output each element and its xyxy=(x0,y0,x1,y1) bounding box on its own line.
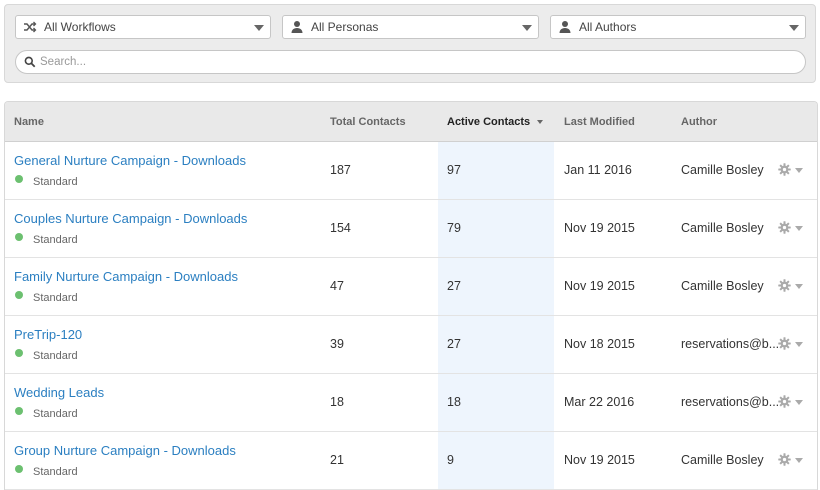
table-row: General Nurture Campaign - Downloads Stan… xyxy=(5,142,817,200)
column-header-name[interactable]: Name xyxy=(14,102,44,142)
table-row: Couples Nurture Campaign - Downloads Stan… xyxy=(5,200,817,258)
chevron-down-icon xyxy=(795,226,803,231)
table-row: Wedding Leads Standard 18 18 Mar 22 2016 rese… xyxy=(5,374,817,432)
chevron-down-icon xyxy=(795,400,803,405)
active-contacts-value: 9 xyxy=(447,453,454,467)
sort-descending-icon xyxy=(537,120,544,125)
status-dot-icon xyxy=(15,407,23,415)
author-value: Camille Bosley xyxy=(681,279,764,293)
total-contacts-value: 187 xyxy=(330,163,351,177)
authors-select[interactable]: All Authors xyxy=(550,15,806,39)
table-row: PreTrip-120 Standard 39 27 Nov 18 2015 reserv… xyxy=(5,316,817,374)
column-header-author[interactable]: Author xyxy=(681,102,717,142)
status-dot-icon xyxy=(15,175,23,183)
author-value: reservations@b... xyxy=(681,395,780,409)
table-row: Family Nurture Campaign - Downloads Stand… xyxy=(5,258,817,316)
row-actions-menu[interactable] xyxy=(778,452,808,468)
workflows-select-value: All Workflows xyxy=(44,20,116,34)
last-modified-value: Nov 19 2015 xyxy=(564,279,635,293)
last-modified-value: Mar 22 2016 xyxy=(564,395,635,409)
chevron-down-icon xyxy=(795,168,803,173)
status-dot-icon xyxy=(15,233,23,241)
workflow-name-link[interactable]: General Nurture Campaign - Downloads xyxy=(14,153,246,168)
last-modified-value: Nov 19 2015 xyxy=(564,453,635,467)
table-row: Group Nurture Campaign - Downloads Standa… xyxy=(5,432,817,490)
active-contacts-value: 79 xyxy=(447,221,461,235)
workflow-name-link[interactable]: PreTrip-120 xyxy=(14,327,82,342)
total-contacts-value: 47 xyxy=(330,279,344,293)
gear-icon xyxy=(778,337,791,350)
personas-select-value: All Personas xyxy=(311,20,379,34)
active-contacts-value: 18 xyxy=(447,395,461,409)
chevron-down-icon xyxy=(789,25,799,31)
total-contacts-value: 18 xyxy=(330,395,344,409)
search-icon xyxy=(24,56,36,68)
total-contacts-value: 154 xyxy=(330,221,351,235)
workflow-name-link[interactable]: Wedding Leads xyxy=(14,385,104,400)
table-header: Name Total Contacts Active Contacts Last… xyxy=(5,102,817,142)
column-header-total-contacts[interactable]: Total Contacts xyxy=(330,102,406,142)
row-actions-menu[interactable] xyxy=(778,278,808,294)
last-modified-value: Nov 19 2015 xyxy=(564,221,635,235)
workflow-name-link[interactable]: Family Nurture Campaign - Downloads xyxy=(14,269,238,284)
personas-select[interactable]: All Personas xyxy=(282,15,539,39)
total-contacts-value: 39 xyxy=(330,337,344,351)
shuffle-icon xyxy=(24,21,37,33)
status-label: Standard xyxy=(33,408,78,420)
active-contacts-value: 27 xyxy=(447,279,461,293)
gear-icon xyxy=(778,279,791,292)
status-label: Standard xyxy=(33,292,78,304)
row-actions-menu[interactable] xyxy=(778,394,808,410)
chevron-down-icon xyxy=(795,284,803,289)
gear-icon xyxy=(778,221,791,234)
workflows-select[interactable]: All Workflows xyxy=(15,15,271,39)
author-value: Camille Bosley xyxy=(681,221,764,235)
workflow-name-link[interactable]: Group Nurture Campaign - Downloads xyxy=(14,443,236,458)
author-value: Camille Bosley xyxy=(681,453,764,467)
last-modified-value: Nov 18 2015 xyxy=(564,337,635,351)
chevron-down-icon xyxy=(522,25,532,31)
person-icon xyxy=(559,21,571,33)
row-actions-menu[interactable] xyxy=(778,336,808,352)
author-value: reservations@b... xyxy=(681,337,780,351)
chevron-down-icon xyxy=(795,458,803,463)
column-header-last-modified[interactable]: Last Modified xyxy=(564,102,635,142)
status-label: Standard xyxy=(33,350,78,362)
search-box xyxy=(15,50,806,74)
status-label: Standard xyxy=(33,466,78,478)
person-icon xyxy=(291,21,303,33)
column-header-active-contacts[interactable]: Active Contacts xyxy=(447,102,544,142)
gear-icon xyxy=(778,453,791,466)
status-dot-icon xyxy=(15,349,23,357)
authors-select-value: All Authors xyxy=(579,20,637,34)
status-dot-icon xyxy=(15,291,23,299)
search-input[interactable] xyxy=(40,53,790,71)
total-contacts-value: 21 xyxy=(330,453,344,467)
gear-icon xyxy=(778,163,791,176)
active-contacts-value: 97 xyxy=(447,163,461,177)
chevron-down-icon xyxy=(795,342,803,347)
row-actions-menu[interactable] xyxy=(778,162,808,178)
status-label: Standard xyxy=(33,234,78,246)
filter-panel: All Workflows All Personas All Authors xyxy=(4,4,816,83)
author-value: Camille Bosley xyxy=(681,163,764,177)
workflows-table: Name Total Contacts Active Contacts Last… xyxy=(4,101,818,490)
last-modified-value: Jan 11 2016 xyxy=(564,163,632,177)
active-contacts-value: 27 xyxy=(447,337,461,351)
chevron-down-icon xyxy=(254,25,264,31)
workflow-name-link[interactable]: Couples Nurture Campaign - Downloads xyxy=(14,211,247,226)
status-label: Standard xyxy=(33,176,78,188)
row-actions-menu[interactable] xyxy=(778,220,808,236)
gear-icon xyxy=(778,395,791,408)
status-dot-icon xyxy=(15,465,23,473)
